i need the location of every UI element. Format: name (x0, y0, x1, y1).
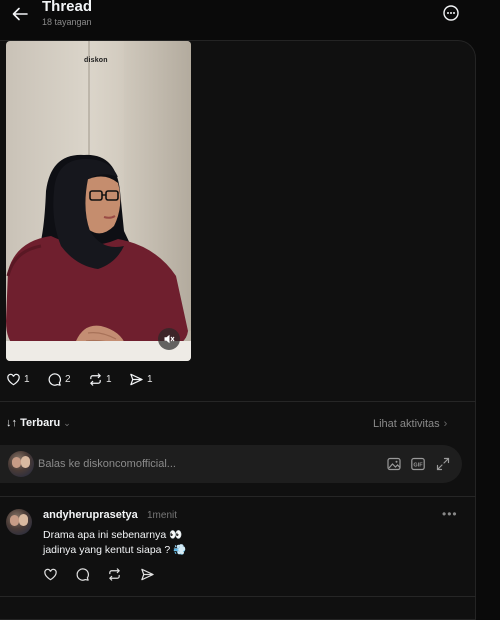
avatar (8, 451, 34, 477)
repost-count: 1 (106, 374, 112, 385)
woman-figure-illustration (6, 154, 188, 354)
heart-icon (7, 373, 20, 386)
post-video[interactable]: diskon (6, 41, 191, 361)
heart-icon (44, 568, 57, 581)
speaker-muted-icon (164, 334, 175, 344)
reply-composer: GIF (0, 445, 462, 483)
comment-text-line: jadinya yang kentut siapa ? 💨 (43, 544, 187, 556)
svg-text:GIF: GIF (413, 462, 423, 468)
activity-label: Lihat aktivitas (373, 418, 440, 430)
sort-dropdown[interactable]: ↓↑ Terbaru ⌄ (6, 417, 71, 429)
chevron-right-icon: › (443, 418, 448, 430)
send-icon (141, 568, 154, 581)
divider (0, 401, 476, 402)
view-activity-link[interactable]: Lihat aktivitas › (373, 418, 447, 430)
repost-icon (90, 373, 101, 386)
sort-label: Terbaru (20, 417, 61, 429)
comment-timestamp: 1menit (147, 510, 178, 521)
comment-bubble-icon (76, 568, 89, 581)
divider (0, 596, 476, 597)
commenter-username[interactable]: andyheruprasetya (43, 509, 138, 521)
comment-more-icon[interactable]: ••• (442, 507, 458, 521)
top-bar: Thread 18 tayangan (0, 0, 500, 36)
view-count: 18 tayangan (42, 17, 92, 27)
expand-icon[interactable] (435, 456, 451, 472)
image-icon[interactable] (386, 456, 402, 472)
chevron-down-icon: ⌄ (63, 418, 71, 428)
send-icon (130, 373, 143, 386)
reply-count: 2 (65, 374, 71, 385)
sort-arrows-icon: ↓↑ (6, 417, 17, 429)
share-count: 1 (147, 374, 153, 385)
reply-input[interactable] (38, 451, 338, 477)
commenter-avatar[interactable] (6, 509, 32, 535)
page-title: Thread (42, 0, 93, 15)
divider (0, 496, 476, 497)
comment-text-line: Drama apa ini sebenarnya 👀 (43, 529, 183, 541)
gif-icon[interactable]: GIF (410, 456, 426, 472)
repost-icon (109, 568, 120, 581)
like-count: 1 (24, 374, 30, 385)
comment-bubble-icon (48, 373, 61, 386)
more-options-icon[interactable] (442, 4, 460, 22)
back-arrow-icon[interactable] (10, 4, 30, 24)
mute-toggle[interactable] (158, 328, 180, 350)
